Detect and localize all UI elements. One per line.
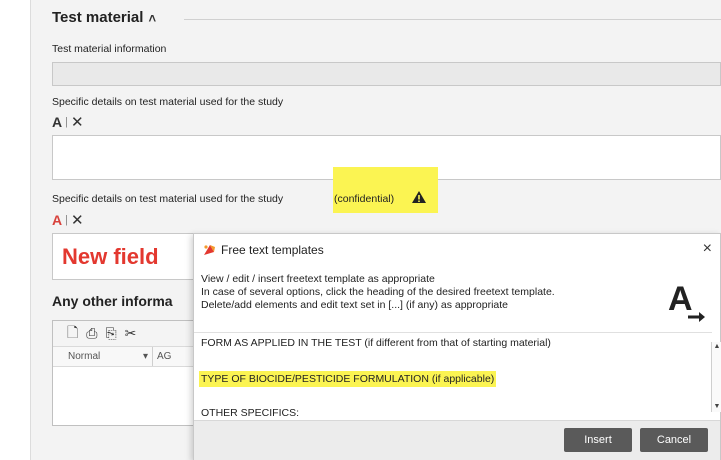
section-title[interactable]: Test material ˄ <box>52 9 156 26</box>
warning-icon <box>412 191 426 203</box>
text-template-icon: A <box>668 280 705 322</box>
close-icon[interactable]: × <box>703 240 712 258</box>
specific-details-toolbar: A | ✕ <box>52 113 84 131</box>
scroll-down-icon[interactable]: ▼ <box>712 402 721 412</box>
dialog-instruction-1: View / edit / insert freetext template a… <box>201 273 435 285</box>
template-list: FORM AS APPLIED IN THE TEST (if differen… <box>194 332 712 426</box>
editor-toolbar: 🗋 ⎙ ⎘ ✂ <box>53 321 196 347</box>
delete-icon[interactable]: ✕ <box>71 113 84 131</box>
dialog-titlebar: Free text templates <box>202 243 324 257</box>
editor-style-bar: Normal ▾ AG <box>53 347 196 367</box>
big-a-glyph: A <box>668 280 693 318</box>
test-material-information-label: Test material information <box>52 43 167 55</box>
scissors-icon[interactable]: ✂ <box>125 325 137 342</box>
confidential-toolbar: A | ✕ <box>52 211 84 229</box>
template-list-scrollbar[interactable]: ▲ ▼ <box>711 342 721 412</box>
dialog-instruction-2: In case of several options, click the he… <box>201 286 555 298</box>
confidential-tag: (confidential) <box>334 193 395 205</box>
test-material-information-field <box>52 62 721 86</box>
rich-text-editor[interactable]: 🗋 ⎙ ⎘ ✂ Normal ▾ AG <box>52 320 197 426</box>
specific-details-confidential-label: Specific details on test material used f… <box>52 193 284 205</box>
delete-icon[interactable]: ✕ <box>71 211 84 229</box>
copy-icon[interactable]: ⎘ <box>105 325 116 342</box>
document-icon[interactable]: 🗋 <box>67 322 78 346</box>
cancel-button[interactable]: Cancel <box>640 428 708 452</box>
scroll-up-icon[interactable]: ▲ <box>712 342 721 352</box>
template-insert-icon[interactable]: A <box>52 212 62 228</box>
chevron-down-icon: ▾ <box>142 351 148 362</box>
print-icon[interactable]: ⎙ <box>86 325 97 342</box>
toolbar-separator: | <box>65 214 68 226</box>
specific-details-label: Specific details on test material used f… <box>52 96 284 108</box>
new-field-annotation: New field <box>62 244 159 269</box>
insert-button[interactable]: Insert <box>564 428 632 452</box>
template-item[interactable]: FORM AS APPLIED IN THE TEST (if differen… <box>201 337 551 349</box>
chevron-up-icon[interactable]: ˄ <box>148 11 156 26</box>
font-select[interactable]: AG <box>153 351 171 362</box>
dialog-title: Free text templates <box>221 243 324 257</box>
dialog-footer: Insert Cancel <box>194 420 720 460</box>
app-logo-icon <box>204 245 215 255</box>
paragraph-style-value: Normal <box>68 351 101 362</box>
paragraph-style-select[interactable]: Normal ▾ <box>53 347 153 366</box>
template-item[interactable]: TYPE OF BIOCIDE/PESTICIDE FORMULATION (i… <box>199 371 497 387</box>
dialog-instruction-3: Delete/add elements and edit text set in… <box>201 299 509 311</box>
free-text-templates-dialog: Free text templates × View / edit / inse… <box>193 233 721 460</box>
section-divider <box>184 19 721 20</box>
any-other-information-label: Any other informa <box>52 293 173 309</box>
template-item[interactable]: OTHER SPECIFICS: <box>201 407 299 419</box>
section-title-text: Test material <box>52 9 144 26</box>
template-insert-icon[interactable]: A <box>52 114 62 130</box>
toolbar-separator: | <box>65 116 68 128</box>
